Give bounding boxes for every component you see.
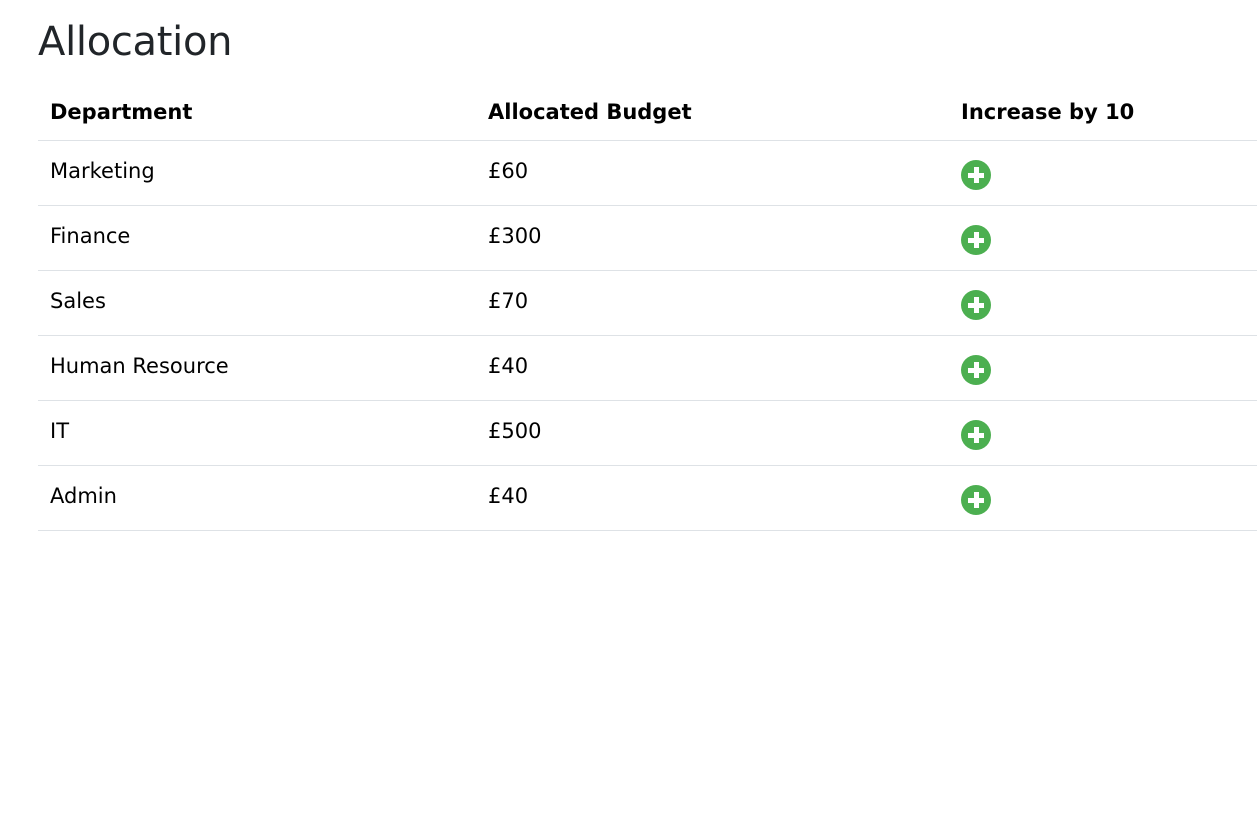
allocation-table: Department Allocated Budget Increase by … xyxy=(38,83,1257,531)
table-row: Admin £40 xyxy=(38,465,1257,531)
budget-value: £500 xyxy=(488,419,542,443)
column-header-increase: Increase by 10 xyxy=(949,83,1257,141)
budget-cell: £40 xyxy=(476,465,949,531)
table-header: Department Allocated Budget Increase by … xyxy=(38,83,1257,141)
plus-circle-icon[interactable] xyxy=(961,160,991,190)
budget-cell: £70 xyxy=(476,270,949,336)
budget-cell: £40 xyxy=(476,335,949,401)
increase-cell xyxy=(949,400,1257,466)
department-name: Admin xyxy=(50,484,117,508)
department-cell: Marketing xyxy=(38,140,476,206)
department-name: Sales xyxy=(50,289,106,313)
table-row: IT £500 xyxy=(38,400,1257,466)
budget-value: £40 xyxy=(488,354,529,378)
column-header-department: Department xyxy=(38,83,476,141)
table-row: Finance £300 xyxy=(38,205,1257,271)
table-row: Human Resource £40 xyxy=(38,335,1257,401)
table-row: Marketing £60 xyxy=(38,140,1257,206)
plus-circle-icon[interactable] xyxy=(961,420,991,450)
budget-value: £40 xyxy=(488,484,529,508)
plus-circle-icon[interactable] xyxy=(961,485,991,515)
department-cell: Sales xyxy=(38,270,476,336)
plus-circle-icon[interactable] xyxy=(961,290,991,320)
increase-cell xyxy=(949,205,1257,271)
increase-cell xyxy=(949,140,1257,206)
table-body: Marketing £60 Finance £300 Sales £70 Hum… xyxy=(38,140,1257,531)
plus-circle-icon[interactable] xyxy=(961,225,991,255)
budget-value: £300 xyxy=(488,224,542,248)
budget-value: £70 xyxy=(488,289,529,313)
increase-cell xyxy=(949,335,1257,401)
department-name: Finance xyxy=(50,224,131,248)
department-name: IT xyxy=(50,419,70,443)
budget-cell: £60 xyxy=(476,140,949,206)
increase-cell xyxy=(949,270,1257,336)
department-cell: IT xyxy=(38,400,476,466)
plus-circle-icon[interactable] xyxy=(961,355,991,385)
budget-value: £60 xyxy=(488,159,529,183)
department-cell: Admin xyxy=(38,465,476,531)
department-cell: Finance xyxy=(38,205,476,271)
department-name: Human Resource xyxy=(50,354,229,378)
table-header-row: Department Allocated Budget Increase by … xyxy=(38,83,1257,141)
page-title: Allocation xyxy=(38,19,233,65)
table-row: Sales £70 xyxy=(38,270,1257,336)
department-cell: Human Resource xyxy=(38,335,476,401)
increase-cell xyxy=(949,465,1257,531)
budget-cell: £500 xyxy=(476,400,949,466)
column-header-allocated-budget: Allocated Budget xyxy=(476,83,949,141)
budget-cell: £300 xyxy=(476,205,949,271)
department-name: Marketing xyxy=(50,159,155,183)
